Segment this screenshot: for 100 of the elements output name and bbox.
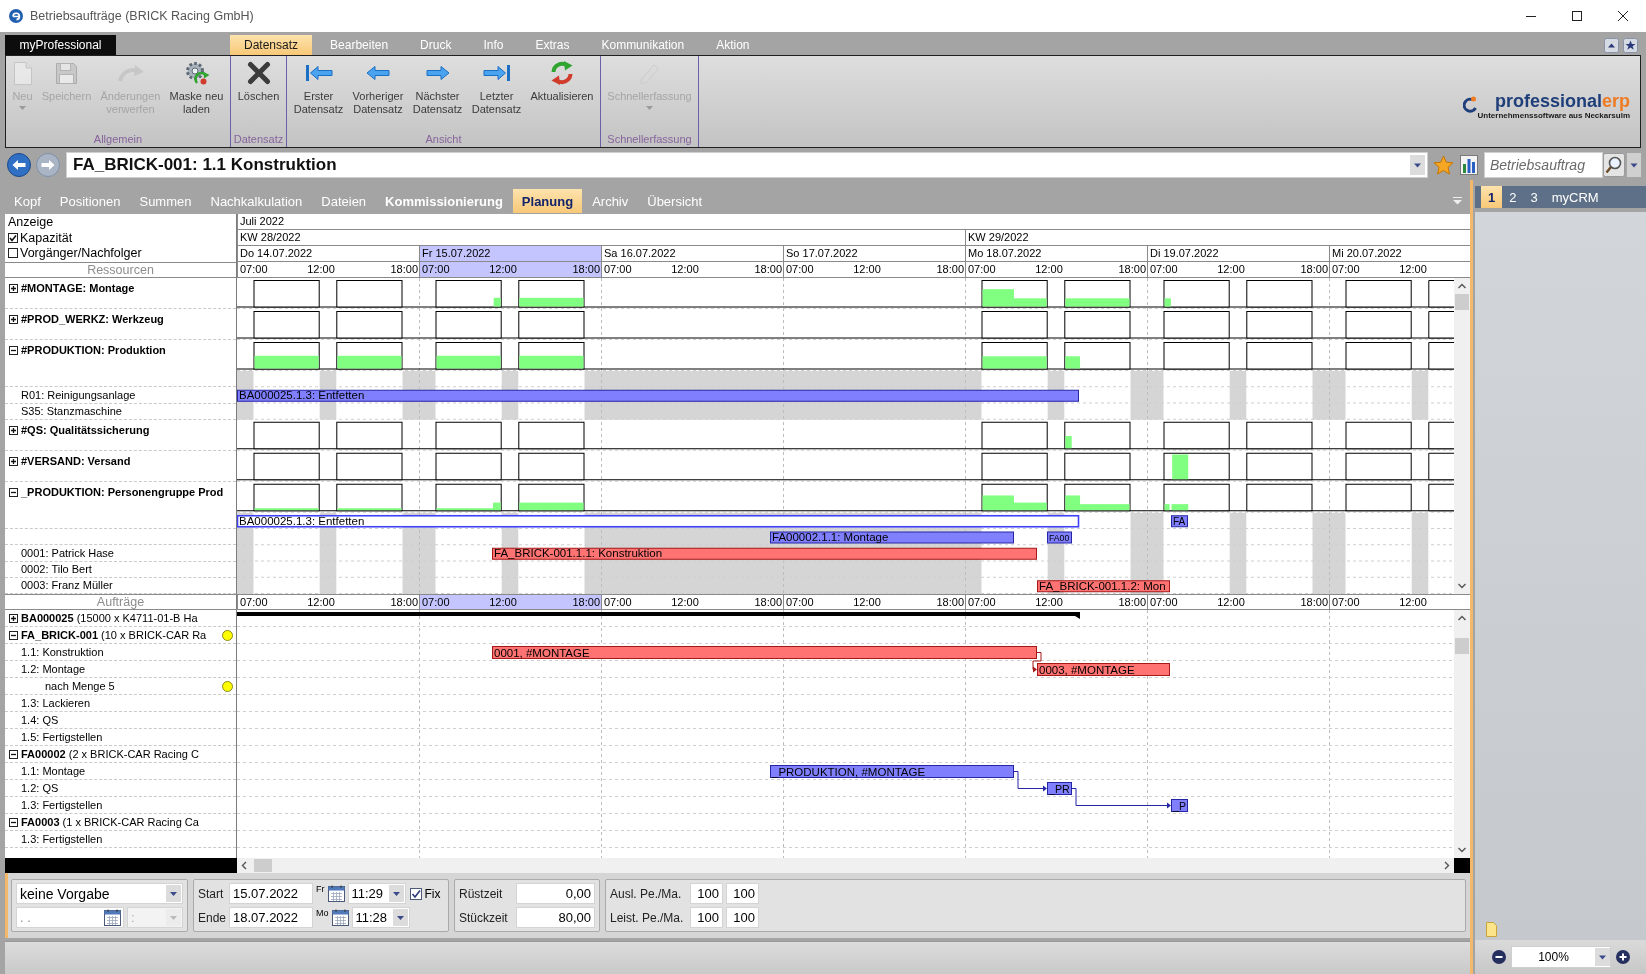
number-field[interactable]: 100 <box>690 907 723 928</box>
task-bar[interactable]: FA_BRICK-001.1.2: Mon <box>1037 579 1170 593</box>
zoom-out-button[interactable] <box>1492 950 1506 964</box>
close-button[interactable] <box>1618 11 1628 21</box>
expand-icon[interactable] <box>9 456 18 466</box>
ribbon-button[interactable]: Letzter Datensatz <box>467 58 526 115</box>
collapse-icon[interactable] <box>9 487 18 497</box>
task-bar[interactable]: FA00 <box>1047 531 1072 544</box>
tree-item[interactable]: #QS: Qualitätssicherung <box>21 423 150 436</box>
time-field[interactable]: 11:28 <box>351 907 410 928</box>
checkbox-icon[interactable] <box>8 247 18 258</box>
maximize-button[interactable] <box>1572 11 1582 21</box>
record-field[interactable]: FA_BRICK-001: 1.1 Konstruktion <box>66 152 1428 178</box>
task-bar[interactable]: FA <box>1171 515 1188 528</box>
scrollbar-thumb[interactable] <box>1455 294 1469 310</box>
checkbox-option[interactable]: Kapazität <box>5 230 236 245</box>
calendar-icon[interactable] <box>104 909 121 926</box>
tab[interactable]: myCRM <box>1544 186 1606 208</box>
ribbon-button[interactable]: Nächster Datensatz <box>408 58 467 115</box>
caret-up-icon[interactable] <box>1604 37 1619 53</box>
ribbon-button[interactable]: Vorheriger Datensatz <box>348 58 408 115</box>
ribbon-button[interactable]: Aktualisieren <box>526 58 598 103</box>
search-field[interactable]: Betriebsauftrag <box>1484 152 1603 178</box>
tree-item[interactable]: #VERSAND: Versand <box>21 454 131 467</box>
checkbox-option[interactable]: Vorgänger/Nachfolger <box>5 245 236 260</box>
number-field[interactable]: 0,00 <box>515 883 595 904</box>
ribbon-button[interactable]: Maske neu laden <box>165 58 228 115</box>
task-bar[interactable]: 0001, #MONTAGE <box>492 646 1037 659</box>
number-field[interactable]: 100 <box>726 883 759 904</box>
date-field[interactable]: 18.07.2022 <box>229 907 313 928</box>
number-field[interactable]: 80,00 <box>515 907 595 928</box>
star-icon[interactable] <box>1433 155 1454 175</box>
tree-item[interactable]: 1.3: Fertigstellen <box>21 799 103 811</box>
tree-item[interactable]: 0002: Tilo Bert <box>21 563 92 576</box>
tree-item[interactable]: R01: Reinigungsanlage <box>21 388 136 401</box>
task-bar[interactable]: _PRODUKTION, #MONTAGE <box>770 765 1014 778</box>
tree-item[interactable]: 1.1: Montage <box>21 765 86 777</box>
scrollbar-thumb[interactable] <box>254 859 272 872</box>
task-bar[interactable]: FA00002.1.1: Montage <box>770 531 1014 544</box>
tree-item[interactable]: BA000025 (15000 x K4711-01-B Ha <box>21 612 198 624</box>
checkbox-icon[interactable] <box>8 232 18 243</box>
ribbon-tab[interactable]: Datensatz <box>230 35 313 55</box>
date-field[interactable]: 15.07.2022 <box>229 883 313 904</box>
tab[interactable]: 3 <box>1523 186 1545 208</box>
tree-item[interactable]: 1.3: Fertigstellen <box>21 833 103 845</box>
tree-item[interactable]: 1.5: Fertigstellen <box>21 731 103 743</box>
collapse-icon[interactable] <box>9 346 18 355</box>
task-bar[interactable]: 0003, #MONTAGE <box>1037 663 1170 676</box>
number-field[interactable]: 100 <box>726 907 759 928</box>
ribbon-button[interactable]: Erster Datensatz <box>289 58 348 115</box>
hour-label: 07:00 <box>1149 262 1178 277</box>
scrollbar-thumb[interactable] <box>1455 638 1469 654</box>
collapse-icon[interactable] <box>9 817 18 827</box>
task-bar[interactable]: _P <box>1171 799 1188 812</box>
tree-item[interactable]: S35: Stanzmaschine <box>21 405 122 418</box>
task-bar[interactable]: BA000025.1.3: Entfetten <box>237 514 1080 528</box>
summary-bar[interactable] <box>237 612 1080 619</box>
tree-item[interactable]: 1.2: Montage <box>21 663 86 675</box>
calendar-icon[interactable] <box>327 885 345 902</box>
tree-item[interactable]: nach Menge 5 <box>45 680 115 692</box>
search-button[interactable] <box>1603 153 1625 177</box>
task-bar[interactable]: _PR <box>1047 782 1072 795</box>
checkbox-option[interactable]: Fix <box>409 886 441 901</box>
tree-item[interactable]: #PRODUKTION: Produktion <box>21 344 166 356</box>
ribbon-button[interactable]: Löschen <box>233 58 284 103</box>
gear-icon <box>183 60 210 86</box>
checkbox-icon[interactable] <box>409 887 422 900</box>
star-icon[interactable] <box>1623 37 1638 53</box>
tab[interactable]: 1 <box>1481 186 1503 208</box>
task-bar[interactable]: FA_BRICK-001.1.1: Konstruktion <box>492 547 1037 560</box>
preset-dropdown[interactable]: keine Vorgabe <box>16 883 183 904</box>
expand-icon[interactable] <box>9 284 18 293</box>
tree-item[interactable]: FA_BRICK-001 (10 x BRICK-CAR Ra <box>21 629 207 641</box>
tree-item[interactable]: 0003: Franz Müller <box>21 579 113 592</box>
tab[interactable]: Planung <box>512 189 583 213</box>
zoom-dropdown[interactable]: 100% <box>1511 946 1611 968</box>
tree-item[interactable]: 1.3: Lackieren <box>21 697 91 709</box>
expand-icon[interactable] <box>9 613 18 623</box>
tab[interactable]: 2 <box>1502 186 1524 208</box>
bar-chart-icon[interactable] <box>1460 155 1478 175</box>
expand-icon[interactable] <box>9 315 18 324</box>
tree-item[interactable]: #MONTAGE: Montage <box>21 282 135 294</box>
calendar-icon[interactable] <box>331 909 349 926</box>
collapse-icon[interactable] <box>9 749 18 759</box>
zoom-in-button[interactable] <box>1616 950 1630 964</box>
number-field[interactable]: 100 <box>690 883 723 904</box>
tree-item[interactable]: FA0003 (1 x BRICK-CAR Racing Ca <box>21 816 199 828</box>
time-field[interactable]: 11:29 <box>347 883 406 904</box>
task-bar[interactable]: BA000025.1.3: Entfetten <box>237 389 1079 402</box>
tree-item[interactable]: 1.1: Konstruktion <box>21 646 104 658</box>
tree-item[interactable]: _PRODUKTION: Personengruppe Prod <box>21 485 224 498</box>
collapse-icon[interactable] <box>9 630 18 640</box>
tree-item[interactable]: #PROD_WERKZ: Werkzeug <box>21 313 164 325</box>
tree-item[interactable]: FA00002 (2 x BRICK-CAR Racing C <box>21 748 199 760</box>
expand-icon[interactable] <box>9 425 18 435</box>
tree-item[interactable]: 0001: Patrick Hase <box>21 546 114 559</box>
app-menu-tab[interactable]: myProfessional <box>5 35 116 55</box>
tree-item[interactable]: 1.2: QS <box>21 782 59 794</box>
tree-item[interactable]: 1.4: QS <box>21 714 59 726</box>
back-button[interactable] <box>7 153 31 177</box>
